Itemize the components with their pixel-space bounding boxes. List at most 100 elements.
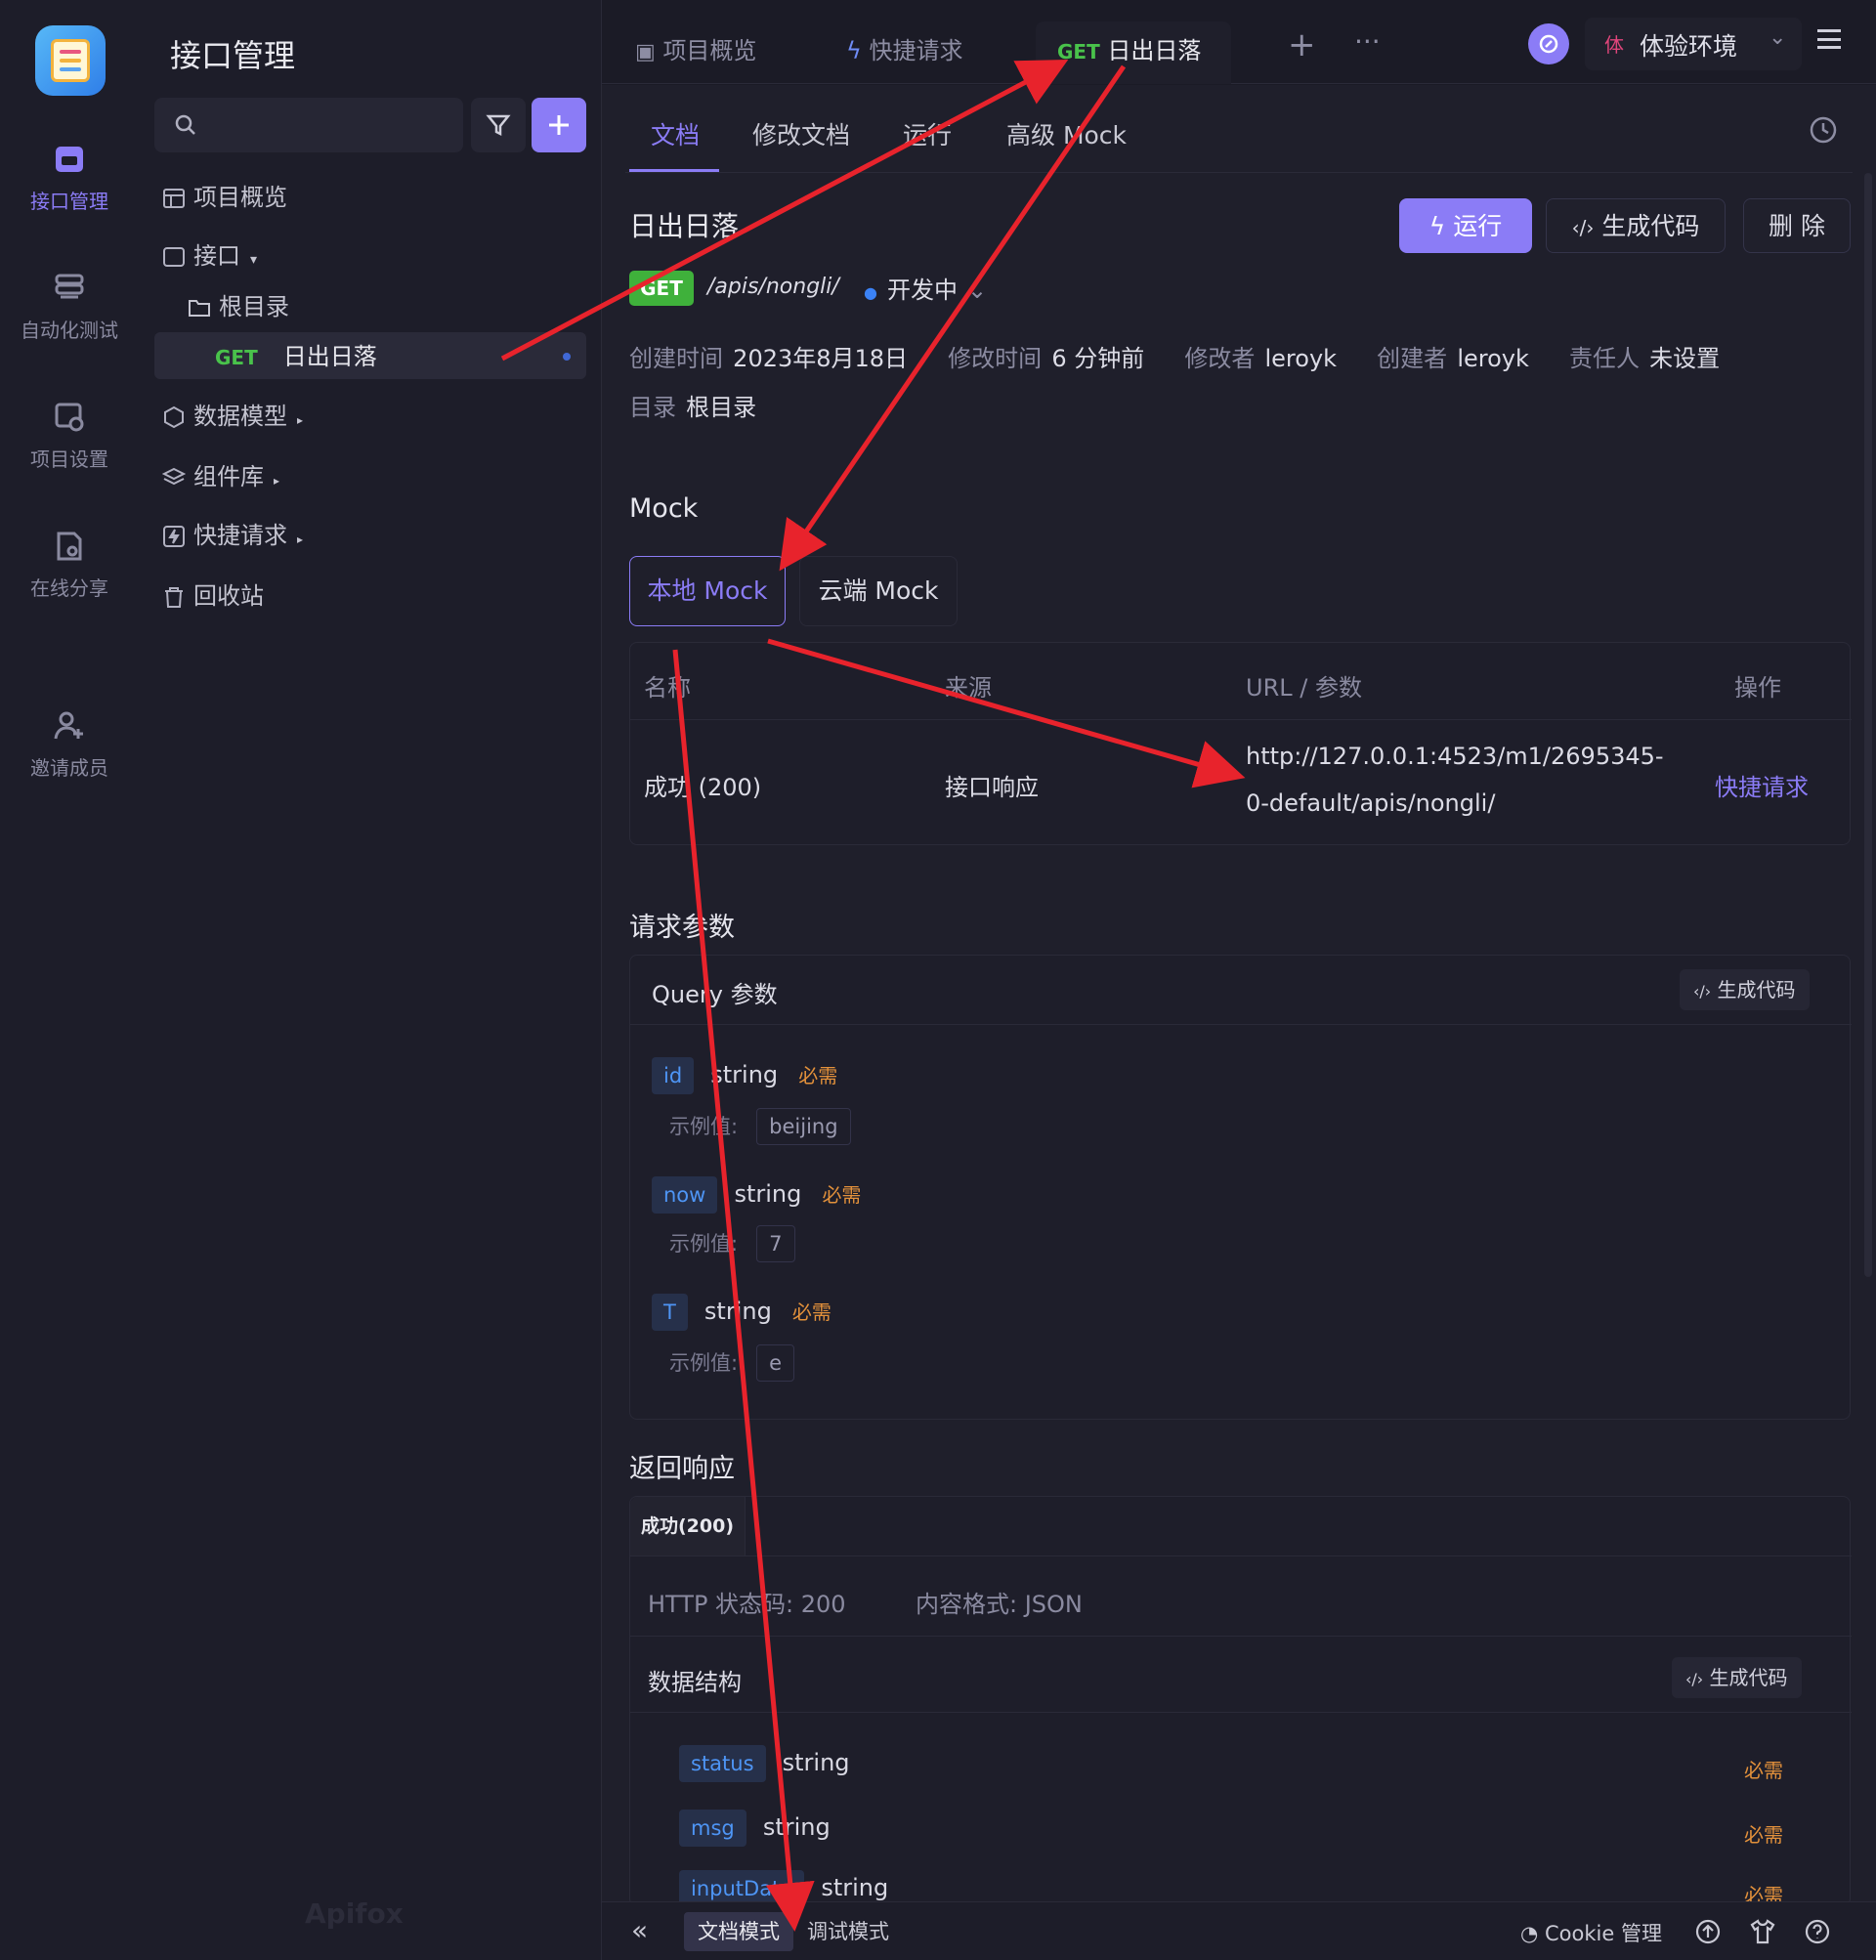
history-icon[interactable]	[1808, 114, 1839, 146]
add-button[interactable]	[532, 98, 586, 152]
api-folder-icon	[163, 247, 185, 267]
more-tabs-button[interactable]: ···	[1354, 25, 1381, 58]
help-icon[interactable]	[1804, 1918, 1831, 1945]
response-card: 成功(200) HTTP 状态码: 200 内容格式: JSON 数据结构 ‹/…	[629, 1496, 1852, 1907]
cloud-mock-tab[interactable]: 云端 Mock	[799, 556, 958, 626]
collapse-sidebar-button[interactable]: «	[631, 1914, 648, 1946]
rail-item-invite[interactable]: 邀请成员	[0, 709, 139, 781]
query-params-title: Query 参数	[652, 981, 778, 1008]
environment-select[interactable]: 体 体验环境 ⌄	[1585, 18, 1802, 70]
app-logo[interactable]	[35, 25, 106, 96]
tree-item-models[interactable]: 数据模型 ▸	[162, 397, 303, 436]
field-type: string	[782, 1749, 850, 1776]
share-icon	[57, 532, 82, 561]
param-row: id string 必需	[652, 1057, 837, 1094]
response-tab-200[interactable]: 成功(200)	[630, 1497, 746, 1555]
method-badge: GET	[1057, 40, 1100, 64]
filter-button[interactable]	[471, 98, 526, 152]
automation-icon	[55, 274, 84, 299]
code-icon: ‹/›	[1571, 216, 1595, 239]
generate-code-button[interactable]: ‹/› 生成代码	[1672, 1657, 1802, 1698]
sidebar: 接口管理 项目概览 接口 ▾ 根目录 GET 日出日落 数据模型 ▸ 组件库 ▸ 快捷请…	[139, 0, 602, 1960]
api-dir: 目录 根目录	[629, 394, 757, 421]
tab-quick-request[interactable]: ϟ 快捷请求	[846, 21, 1012, 84]
param-name: now	[652, 1176, 718, 1214]
request-params-title: 请求参数	[629, 913, 735, 943]
tree-item-overview[interactable]: 项目概览	[162, 178, 287, 217]
required-badge: 必需	[822, 1183, 862, 1207]
param-type: string	[710, 1061, 779, 1088]
tree-item-components[interactable]: 组件库 ▸	[162, 457, 279, 496]
quick-request-link[interactable]: 快捷请求	[1715, 768, 1809, 802]
divider	[625, 172, 1853, 173]
sidebar-title: 接口管理	[170, 37, 296, 74]
tree-item-quick-request[interactable]: 快捷请求 ▸	[162, 516, 303, 555]
rail-label: 在线分享	[30, 576, 108, 600]
local-mock-tab[interactable]: 本地 Mock	[629, 556, 786, 626]
delete-button[interactable]: 删 除	[1743, 198, 1851, 253]
subtab-run[interactable]: 运行	[903, 116, 952, 151]
rail-item-settings[interactable]: 项目设置	[0, 401, 139, 472]
bolt-box-icon	[163, 526, 185, 547]
rail-item-share[interactable]: 在线分享	[0, 530, 139, 601]
field-name: status	[679, 1745, 766, 1782]
mock-table: 名称 来源 URL / 参数 操作 成功 (200) 接口响应 http://1…	[629, 642, 1852, 845]
method-badge: GET	[629, 271, 694, 306]
logo-icon	[51, 39, 90, 82]
tree-item-api[interactable]: 接口 ▾	[162, 236, 257, 276]
required-badge: 必需	[798, 1064, 838, 1087]
generate-code-button[interactable]: ‹/› 生成代码	[1546, 198, 1726, 253]
column-header: URL / 参数	[1246, 674, 1362, 702]
required-badge: 必需	[1744, 1823, 1783, 1847]
main-panel: 文档 修改文档 运行 高级 Mock 日出日落 ϟ 运行 ‹/› 生成代码 删 …	[602, 85, 1876, 1907]
tree-item-sunrise[interactable]: GET 日出日落	[215, 337, 377, 376]
env-badge: 体	[1604, 33, 1624, 57]
new-tab-button[interactable]: +	[1288, 25, 1316, 64]
mock-url-line[interactable]: 0-default/apis/nongli/	[1246, 789, 1495, 817]
param-example: 示例值: 7	[669, 1225, 795, 1262]
response-title: 返回响应	[629, 1454, 735, 1484]
status-select[interactable]: ● 开发中 ⌄	[864, 271, 987, 305]
sync-icon	[1539, 34, 1558, 54]
required-badge: 必需	[1744, 1759, 1783, 1782]
subtab-edit-doc[interactable]: 修改文档	[752, 116, 850, 151]
doc-mode-toggle[interactable]: 文档模式	[684, 1912, 793, 1951]
tab-overview[interactable]: ▣ 项目概览	[635, 21, 821, 84]
param-row: T string 必需	[652, 1294, 831, 1331]
subtab-doc[interactable]: 文档	[651, 116, 700, 151]
param-example: 示例值: e	[669, 1344, 795, 1382]
filter-icon	[486, 114, 511, 137]
subtab-advanced-mock[interactable]: 高级 Mock	[1006, 116, 1127, 151]
api-path[interactable]: /apis/nongli/	[707, 275, 839, 299]
run-button[interactable]: ϟ 运行	[1399, 198, 1532, 253]
schema-title: 数据结构	[648, 1669, 742, 1696]
scrollbar[interactable]	[1864, 173, 1872, 1277]
upload-icon[interactable]	[1694, 1918, 1722, 1945]
content-type: 内容格式: JSON	[916, 1591, 1083, 1618]
param-example: 示例值: beijing	[669, 1108, 851, 1145]
rail-item-automation[interactable]: 自动化测试	[0, 272, 139, 343]
search-icon	[175, 114, 195, 135]
search-input[interactable]	[154, 98, 463, 152]
overview-icon: ▣	[635, 40, 656, 64]
shirt-icon[interactable]	[1749, 1918, 1776, 1945]
generate-code-button[interactable]: ‹/› 生成代码	[1680, 969, 1810, 1010]
mock-title: Mock	[629, 493, 699, 524]
tree-item-trash[interactable]: 回收站	[162, 576, 264, 616]
field-type: string	[821, 1874, 889, 1901]
debug-mode-toggle[interactable]: 调试模式	[793, 1912, 903, 1951]
cookie-manager-button[interactable]: ◔ Cookie 管理	[1520, 1918, 1662, 1947]
required-badge: 必需	[1744, 1884, 1783, 1903]
field-row: status string	[679, 1745, 850, 1782]
caret-right-icon: ▸	[297, 413, 304, 427]
unsaved-dot	[563, 353, 571, 361]
sync-button[interactable]	[1528, 23, 1569, 64]
mock-url-line[interactable]: http://127.0.0.1:4523/m1/2695345-	[1246, 743, 1664, 770]
tab-bar: ▣ 项目概览 ϟ 快捷请求 GET 日出日落 + ··· 体 体验环境 ⌄	[602, 0, 1876, 84]
rail-item-api[interactable]: 接口管理	[0, 143, 139, 214]
api-title: 日出日落	[629, 210, 740, 242]
tab-sunrise[interactable]: GET 日出日落	[1036, 21, 1231, 84]
overview-icon	[163, 189, 185, 208]
menu-icon[interactable]	[1817, 29, 1841, 49]
tree-item-root[interactable]: 根目录	[188, 287, 289, 326]
